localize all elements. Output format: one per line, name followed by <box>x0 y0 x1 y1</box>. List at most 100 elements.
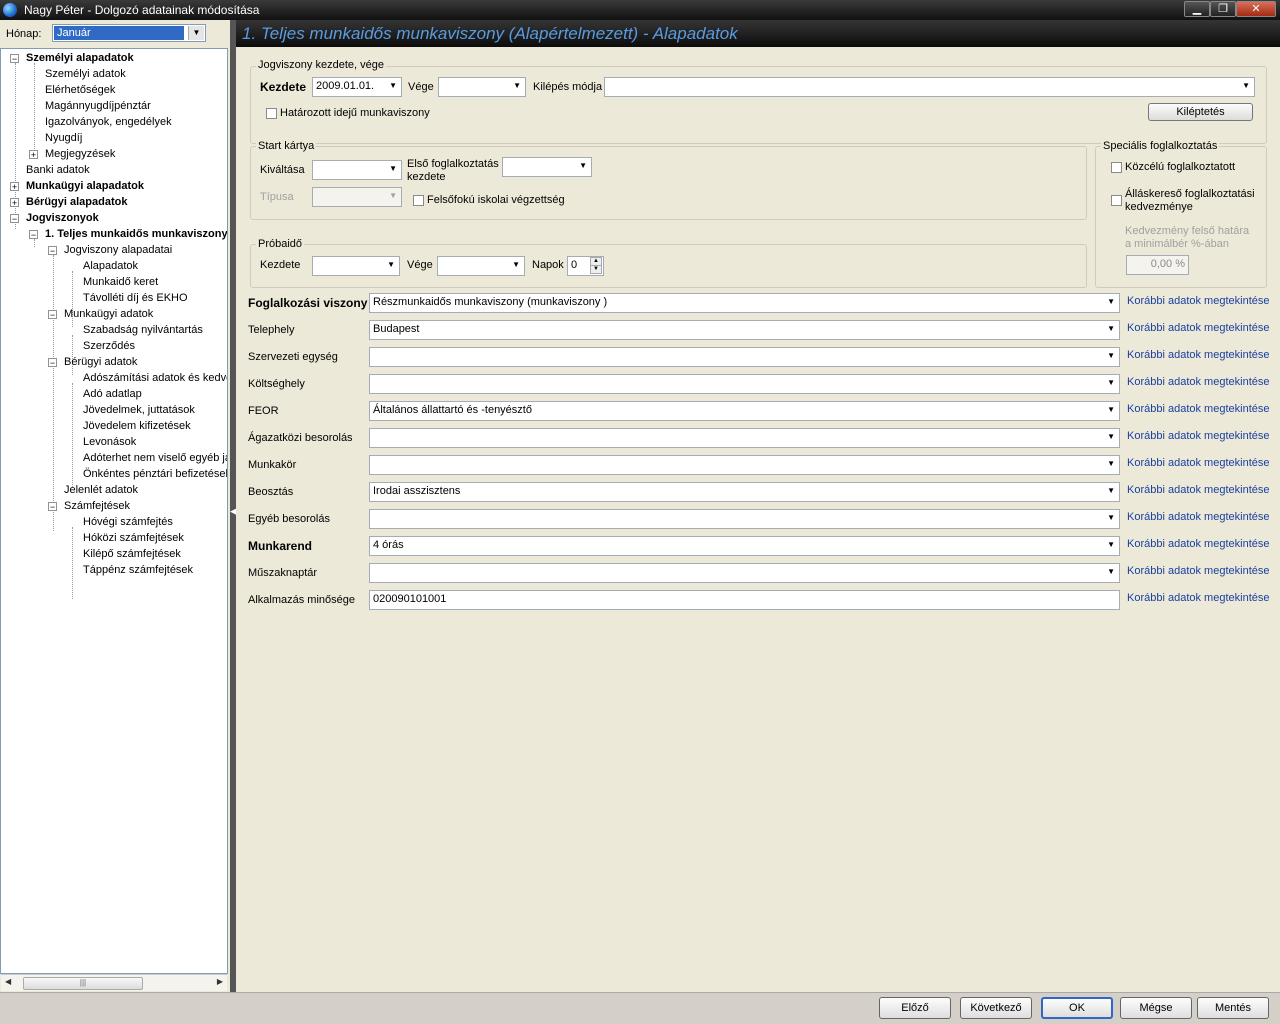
tree-item-munkaugyi-adatok[interactable]: Munkaügyi adatok <box>64 306 153 322</box>
save-button[interactable]: Mentés <box>1197 997 1269 1019</box>
chevron-down-icon[interactable]: ▼ <box>1107 405 1115 414</box>
tree-item-munkaugyi-alapadatok[interactable]: Munkaügyi alapadatok <box>26 178 144 194</box>
collapse-icon[interactable]: − <box>29 230 38 240</box>
telephely-select[interactable]: Budapest ▼ <box>369 320 1120 340</box>
chevron-down-icon[interactable]: ▼ <box>1107 351 1115 360</box>
tree-item-jovedelem-kifizetesek[interactable]: Jövedelem kifizetések <box>83 418 191 434</box>
kozcelu-checkbox[interactable] <box>1111 162 1122 173</box>
egyeb-besorolas-history-link[interactable]: Korábbi adatok megtekintése <box>1127 511 1269 523</box>
tree-item-berugyi-adatok[interactable]: Bérügyi adatok <box>64 354 137 370</box>
previous-button[interactable]: Előző <box>879 997 951 1019</box>
tree-item-magannyugdijpenztar[interactable]: Magánnyugdíjpénztár <box>45 98 151 114</box>
tree-item-megjegyzesek[interactable]: Megjegyzések <box>45 146 115 162</box>
munkarend-history-link[interactable]: Korábbi adatok megtekintése <box>1127 538 1269 550</box>
chevron-down-icon[interactable]: ▼ <box>389 191 397 200</box>
elso-foglalkoztatas-date[interactable]: ▼ <box>502 157 592 177</box>
probaido-kezdete-date[interactable]: ▼ <box>312 256 400 276</box>
foglalkozasi-viszony-select[interactable]: Részmunkaidős munkaviszony (munkaviszony… <box>369 293 1120 313</box>
maximize-button[interactable]: ❐ <box>1210 1 1236 17</box>
chevron-down-icon[interactable]: ▼ <box>1107 459 1115 468</box>
chevron-down-icon[interactable]: ▼ <box>1107 486 1115 495</box>
tree-item-jogviszonyok[interactable]: Jogviszonyok <box>26 210 99 226</box>
beosztas-history-link[interactable]: Korábbi adatok megtekintése <box>1127 484 1269 496</box>
szervezeti-egyseg-select[interactable]: ▼ <box>369 347 1120 367</box>
tree-item-nyugdij[interactable]: Nyugdíj <box>45 130 82 146</box>
navigation-tree[interactable]: − Személyi alapadatok Személyi adatok El… <box>0 48 228 974</box>
tree-item-jogviszony-1[interactable]: 1. Teljes munkaidős munkaviszony <box>45 226 227 242</box>
chevron-down-icon[interactable]: ▼ <box>1107 432 1115 441</box>
ok-button[interactable]: OK <box>1041 997 1113 1019</box>
alkalmazas-minosege-input[interactable]: 020090101001 <box>369 590 1120 610</box>
chevron-down-icon[interactable]: ▼ <box>1107 378 1115 387</box>
kilepes-modja-select[interactable]: ▼ <box>604 77 1255 97</box>
tree-item-onkentes-penztari[interactable]: Önkéntes pénztári befizetések <box>83 466 227 482</box>
munkarend-select[interactable]: 4 órás ▼ <box>369 536 1120 556</box>
tree-item-szabadsag[interactable]: Szabadság nyilvántartás <box>83 322 203 338</box>
tree-item-szemelyi-adatok[interactable]: Személyi adatok <box>45 66 126 82</box>
foglalkozasi-viszony-history-link[interactable]: Korábbi adatok megtekintése <box>1127 295 1269 307</box>
tree-item-munkaido-keret[interactable]: Munkaidő keret <box>83 274 158 290</box>
expand-icon[interactable]: + <box>29 150 38 160</box>
alkalmazas-minosege-history-link[interactable]: Korábbi adatok megtekintése <box>1127 592 1269 604</box>
tree-horizontal-scrollbar[interactable]: ◀ ||| ▶ <box>1 974 227 991</box>
tree-item-levonasok[interactable]: Levonások <box>83 434 136 450</box>
chevron-down-icon[interactable]: ▼ <box>389 164 397 173</box>
tree-item-jelenlet-adatok[interactable]: Jelenlét adatok <box>64 482 138 498</box>
scroll-left-icon[interactable]: ◀ <box>5 977 11 986</box>
szervezeti-egyseg-history-link[interactable]: Korábbi adatok megtekintése <box>1127 349 1269 361</box>
scroll-right-icon[interactable]: ▶ <box>217 977 223 986</box>
tree-item-adoszamitasi[interactable]: Adószámítási adatok és kedvezmények <box>83 370 227 386</box>
tree-item-jogviszony-alapadatai[interactable]: Jogviszony alapadatai <box>64 242 172 258</box>
close-button[interactable]: ✕ <box>1236 1 1276 17</box>
felsofoku-checkbox[interactable] <box>413 195 424 206</box>
tree-item-ado-adatlap[interactable]: Adó adatlap <box>83 386 142 402</box>
chevron-down-icon[interactable]: ▼ <box>513 81 521 90</box>
muszaknaptar-select[interactable]: ▼ <box>369 563 1120 583</box>
chevron-down-icon[interactable]: ▼ <box>512 260 520 269</box>
tree-item-adoterhet-nem-viselo[interactable]: Adóterhet nem viselő egyéb járandóságok <box>83 450 227 466</box>
chevron-down-icon[interactable]: ▼ <box>1107 513 1115 522</box>
probaido-vege-date[interactable]: ▼ <box>437 256 525 276</box>
minimize-button[interactable]: ▁ <box>1184 1 1210 17</box>
allaskereso-checkbox[interactable] <box>1111 195 1122 206</box>
chevron-down-icon[interactable]: ▼ <box>1242 81 1250 90</box>
chevron-down-icon[interactable]: ▼ <box>1107 297 1115 306</box>
muszaknaptar-history-link[interactable]: Korábbi adatok megtekintése <box>1127 565 1269 577</box>
kileptetes-button[interactable]: Kiléptetés <box>1148 103 1253 121</box>
tree-item-hokozi-szamfejtesek[interactable]: Hóközi számfejtések <box>83 530 184 546</box>
collapse-icon[interactable]: − <box>48 502 57 512</box>
tree-item-alapadatok[interactable]: Alapadatok <box>83 258 138 274</box>
hatarozott-ideju-checkbox[interactable] <box>266 108 277 119</box>
tree-item-jovedelmek[interactable]: Jövedelmek, juttatások <box>83 402 195 418</box>
scrollbar-thumb[interactable]: ||| <box>23 977 143 990</box>
tree-item-hovegi-szamfejtes[interactable]: Hóvégi számfejtés <box>83 514 173 530</box>
tree-item-tappenz-szamfejtesek[interactable]: Táppénz számfejtések <box>83 562 193 578</box>
collapse-icon[interactable]: − <box>10 54 19 64</box>
kedvezmeny-input[interactable]: 0,00 % <box>1126 255 1189 275</box>
munkakor-history-link[interactable]: Korábbi adatok megtekintése <box>1127 457 1269 469</box>
telephely-history-link[interactable]: Korábbi adatok megtekintése <box>1127 322 1269 334</box>
chevron-down-icon[interactable]: ▼ <box>387 260 395 269</box>
tree-item-elerhetosegek[interactable]: Elérhetőségek <box>45 82 115 98</box>
next-button[interactable]: Következő <box>960 997 1032 1019</box>
tree-item-kilepo-szamfejtesek[interactable]: Kilépő számfejtések <box>83 546 181 562</box>
tree-item-banki-adatok[interactable]: Banki adatok <box>26 162 90 178</box>
month-select[interactable]: Január ▼ <box>52 24 206 42</box>
agazatkozi-besorolas-select[interactable]: ▼ <box>369 428 1120 448</box>
chevron-down-icon[interactable]: ▼ <box>389 81 397 90</box>
collapse-icon[interactable]: − <box>48 310 57 320</box>
expand-icon[interactable]: + <box>10 198 19 208</box>
beosztas-select[interactable]: Irodai asszisztens ▼ <box>369 482 1120 502</box>
tipusa-select[interactable]: ▼ <box>312 187 402 207</box>
jogviszony-vege-date[interactable]: ▼ <box>438 77 526 97</box>
koltseghely-select[interactable]: ▼ <box>369 374 1120 394</box>
collapse-icon[interactable]: − <box>10 214 19 224</box>
tree-item-tavolleti-dij[interactable]: Távolléti díj és EKHO <box>83 290 188 306</box>
kivaltasa-date[interactable]: ▼ <box>312 160 402 180</box>
koltseghely-history-link[interactable]: Korábbi adatok megtekintése <box>1127 376 1269 388</box>
jogviszony-kezdete-date[interactable]: 2009.01.01. ▼ <box>312 77 402 97</box>
collapse-icon[interactable]: − <box>48 358 57 368</box>
expand-icon[interactable]: + <box>10 182 19 192</box>
chevron-down-icon[interactable]: ▼ <box>1107 540 1115 549</box>
spin-down-icon[interactable]: ▼ <box>590 265 602 274</box>
